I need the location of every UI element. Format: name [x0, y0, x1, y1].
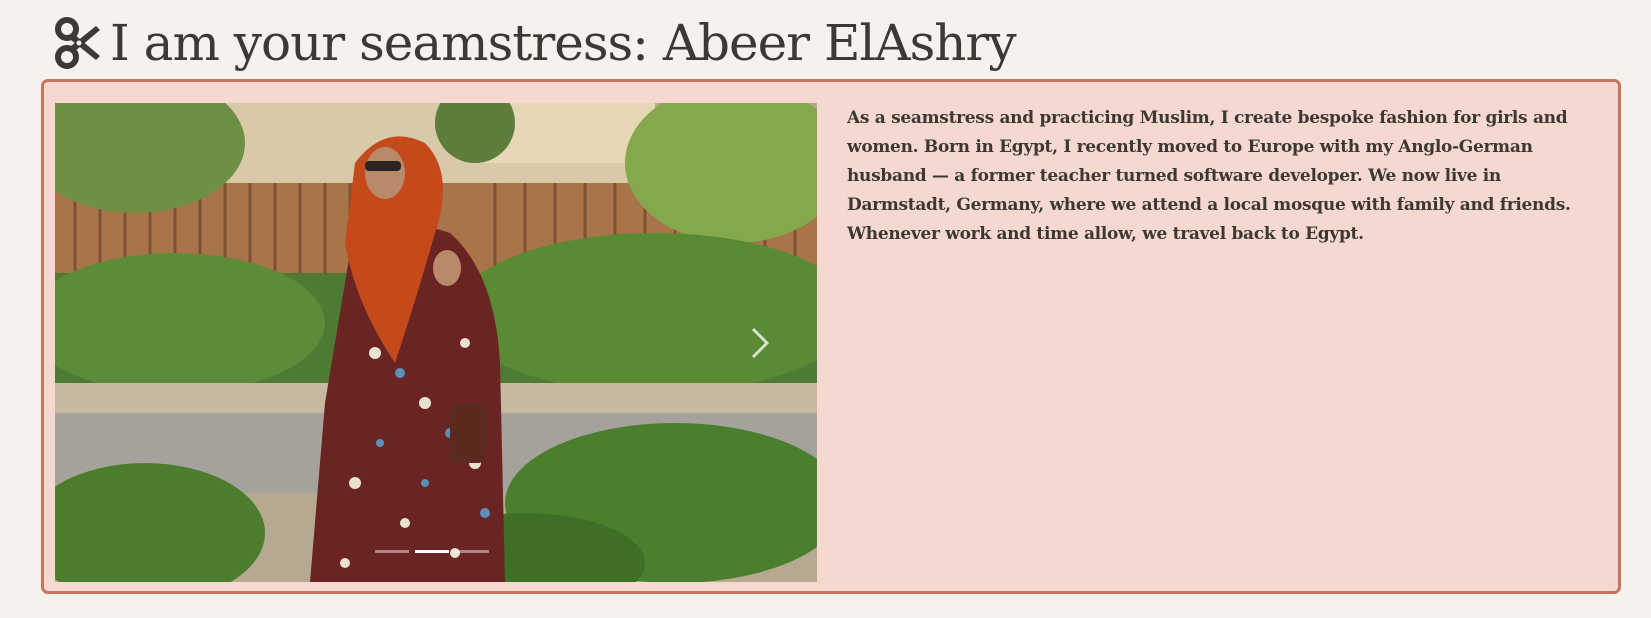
about-card: As a seamstress and practicing Muslim, I…	[41, 79, 1621, 594]
scissors-icon	[54, 16, 104, 70]
carousel-photo	[55, 103, 817, 582]
page-header: I am your seamstress: Abeer ElAshry	[54, 10, 1017, 76]
bio-text: As a seamstress and practicing Muslim, I…	[847, 108, 1571, 244]
carousel-indicator-1[interactable]	[375, 550, 409, 553]
page-title: I am your seamstress: Abeer ElAshry	[110, 14, 1017, 72]
carousel-indicator-2[interactable]	[415, 550, 449, 553]
carousel-next-chevron-right-icon[interactable]	[745, 323, 773, 363]
photo-carousel[interactable]	[55, 103, 817, 582]
carousel-indicators	[375, 550, 489, 553]
carousel-indicator-3[interactable]	[455, 550, 489, 553]
